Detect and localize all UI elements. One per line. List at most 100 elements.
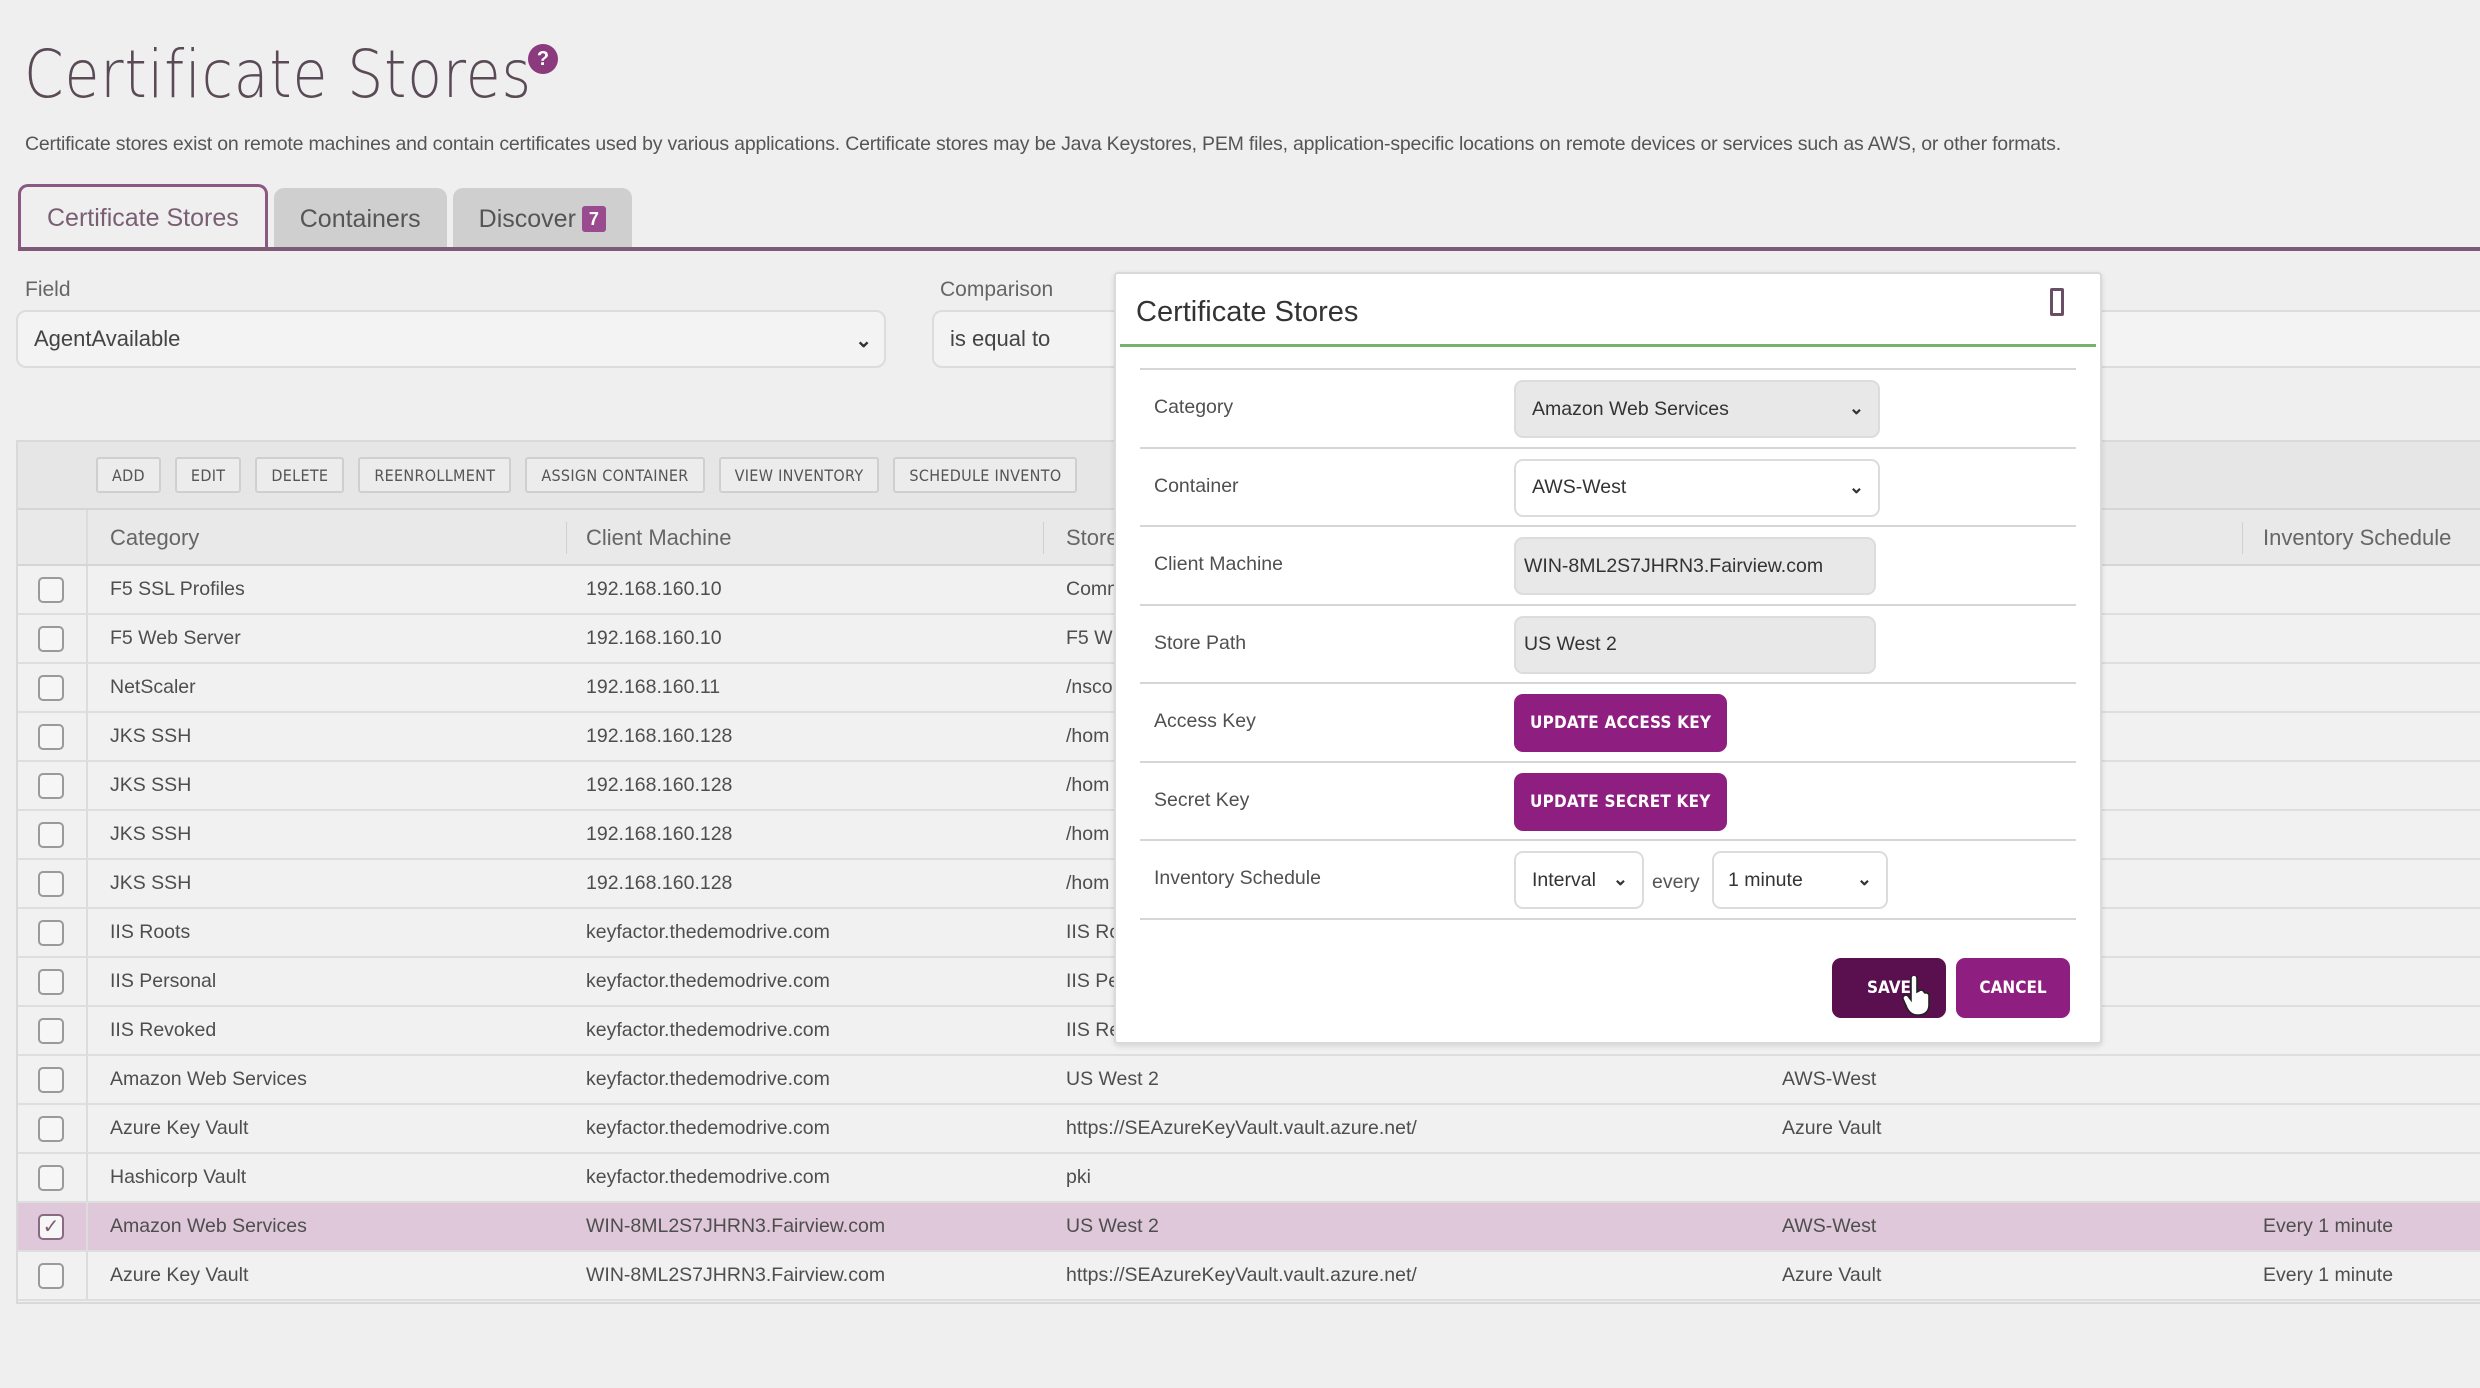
row-checkbox[interactable]	[38, 920, 64, 946]
update-access-key-button[interactable]: UPDATE ACCESS KEY	[1514, 694, 1728, 752]
cell-client-machine: 192.168.160.128	[586, 872, 733, 894]
field-select[interactable]: AgentAvailable ⌄	[16, 310, 886, 368]
cell-container: AWS-West	[1782, 1215, 1877, 1237]
help-question-icon[interactable]: ?	[528, 44, 558, 74]
category-label: Category	[1154, 396, 1234, 418]
delete-button[interactable]: DELETE	[255, 457, 345, 493]
row-checkbox[interactable]	[38, 871, 64, 897]
column-header-store[interactable]: Store	[1066, 510, 1119, 566]
row-checkbox[interactable]	[38, 773, 64, 799]
cell-category: Hashicorp Vault	[110, 1166, 247, 1188]
tab-containers[interactable]: Containers	[273, 188, 447, 250]
column-divider	[566, 522, 567, 554]
chevron-down-icon: ⌄	[855, 330, 872, 352]
cell-client-machine: 192.168.160.11	[586, 676, 721, 698]
cell-store-path: US West 2	[1066, 1215, 1159, 1237]
cell-category: Amazon Web Services	[110, 1215, 307, 1237]
row-checkbox-cell	[18, 664, 88, 711]
cell-client-machine: 192.168.160.10	[586, 627, 722, 649]
client-machine-input[interactable]: WIN-8ML2S7JHRN3.Fairview.com	[1514, 537, 1876, 595]
cell-client-machine: 192.168.160.128	[586, 774, 733, 796]
row-checkbox[interactable]	[38, 724, 64, 750]
container-label: Container	[1154, 474, 1239, 497]
cell-inventory-schedule	[2263, 615, 2480, 662]
cell-category: Azure Key Vault	[110, 1117, 249, 1139]
assign-container-button[interactable]: ASSIGN CONTAINER	[525, 457, 705, 493]
cell-inventory-schedule	[2263, 958, 2480, 1005]
cancel-button[interactable]: CANCEL	[1956, 958, 2070, 1018]
form-row-secret-key: Secret Key UPDATE SECRET KEY	[1140, 763, 2076, 841]
reenrollment-button[interactable]: REENROLLMENT	[358, 457, 512, 493]
value-input[interactable]	[2090, 310, 2480, 368]
edit-button[interactable]: EDIT	[174, 457, 242, 493]
update-secret-key-button[interactable]: UPDATE SECRET KEY	[1514, 772, 1727, 831]
row-checkbox[interactable]	[38, 1116, 64, 1142]
row-checkbox[interactable]	[38, 675, 64, 701]
table-row[interactable]: Azure Key Vault WIN-8ML2S7JHRN3.Fairview.…	[18, 1252, 2480, 1301]
secret-key-label: Secret Key	[1154, 788, 1250, 811]
column-divider	[1043, 522, 1044, 554]
field-select-value: AgentAvailable	[34, 326, 181, 351]
row-checkbox[interactable]	[38, 626, 64, 652]
category-select[interactable]: Amazon Web Services ⌄	[1514, 380, 1880, 438]
column-header-category[interactable]: Category	[110, 510, 199, 566]
cell-client-machine: keyfactor.thedemodrive.com	[586, 1019, 830, 1041]
column-header-inventory-schedule[interactable]: Inventory Schedule	[2263, 510, 2451, 566]
cell-client-machine: keyfactor.thedemodrive.com	[586, 921, 830, 943]
form-row-client-machine: Client Machine WIN-8ML2S7JHRN3.Fairview.…	[1140, 527, 2076, 606]
close-icon[interactable]	[2050, 288, 2064, 316]
row-checkbox-cell	[18, 1154, 88, 1201]
every-label: every	[1652, 871, 1700, 893]
form-row-store-path: Store Path US West 2	[1140, 606, 2076, 684]
cell-inventory-schedule: Every 1 minute	[2263, 1215, 2394, 1237]
tab-certificate-stores[interactable]: Certificate Stores	[18, 184, 268, 250]
table-row[interactable]: Amazon Web Services keyfactor.thedemodriv…	[18, 1056, 2480, 1105]
cell-category: JKS SSH	[110, 823, 192, 845]
row-checkbox[interactable]	[38, 1263, 64, 1289]
store-path-value: US West 2	[1524, 633, 1617, 655]
container-select[interactable]: AWS-West ⌄	[1514, 458, 1880, 517]
schedule-type-value: Interval	[1532, 868, 1596, 891]
row-checkbox-cell	[18, 909, 88, 956]
comparison-select-value: is equal to	[950, 326, 1051, 351]
cell-category: NetScaler	[110, 676, 196, 698]
cell-client-machine: keyfactor.thedemodrive.com	[586, 1068, 830, 1090]
cell-store-path: https://SEAzureKeyVault.vault.azure.net/	[1066, 1117, 1417, 1139]
form-row-container: Container AWS-West ⌄	[1140, 449, 2076, 527]
cell-client-machine: WIN-8ML2S7JHRN3.Fairview.com	[586, 1215, 886, 1237]
row-checkbox[interactable]	[38, 969, 64, 995]
cell-inventory-schedule: Every 1 minute	[2263, 1264, 2394, 1286]
row-checkbox-checked[interactable]: ✓	[38, 1214, 64, 1240]
row-checkbox-cell	[18, 713, 88, 760]
cell-inventory-schedule	[2263, 1154, 2480, 1201]
tab-label: Discover	[478, 204, 576, 233]
row-checkbox[interactable]	[38, 1067, 64, 1093]
schedule-frequency-value: 1 minute	[1728, 868, 1803, 891]
store-path-input[interactable]: US West 2	[1514, 615, 1876, 674]
cell-inventory-schedule	[2263, 1007, 2480, 1054]
cell-client-machine: keyfactor.thedemodrive.com	[586, 1117, 830, 1139]
store-path-label: Store Path	[1154, 631, 1247, 654]
row-checkbox[interactable]	[38, 1165, 64, 1191]
schedule-type-select[interactable]: Interval ⌄	[1514, 851, 1644, 909]
schedule-frequency-select[interactable]: 1 minute ⌄	[1712, 851, 1888, 909]
row-checkbox-cell	[18, 1105, 88, 1152]
add-button[interactable]: ADD	[96, 457, 161, 493]
row-checkbox[interactable]	[38, 822, 64, 848]
form-row-inventory-schedule: Inventory Schedule Interval ⌄ every 1 mi…	[1140, 841, 2076, 920]
row-checkbox[interactable]	[38, 577, 64, 603]
table-row[interactable]: ✓ Amazon Web Services WIN-8ML2S7JHRN3.Fair…	[18, 1203, 2480, 1252]
cell-client-machine: keyfactor.thedemodrive.com	[586, 970, 830, 992]
access-key-label: Access Key	[1154, 710, 1256, 732]
cell-category: JKS SSH	[110, 872, 192, 894]
client-machine-label: Client Machine	[1154, 553, 1283, 575]
tab-discover[interactable]: Discover 7	[452, 188, 632, 250]
header-checkbox-cell	[18, 510, 88, 564]
cell-client-machine: 192.168.160.10	[586, 578, 722, 600]
table-row[interactable]: Hashicorp Vault keyfactor.thedemodrive.co…	[18, 1154, 2480, 1203]
row-checkbox[interactable]	[38, 1018, 64, 1044]
view-inventory-button[interactable]: VIEW INVENTORY	[718, 457, 880, 493]
schedule-inventory-button[interactable]: SCHEDULE INVENTO	[893, 457, 1078, 493]
table-row[interactable]: Azure Key Vault keyfactor.thedemodrive.co…	[18, 1105, 2480, 1154]
column-header-client-machine[interactable]: Client Machine	[586, 510, 732, 566]
